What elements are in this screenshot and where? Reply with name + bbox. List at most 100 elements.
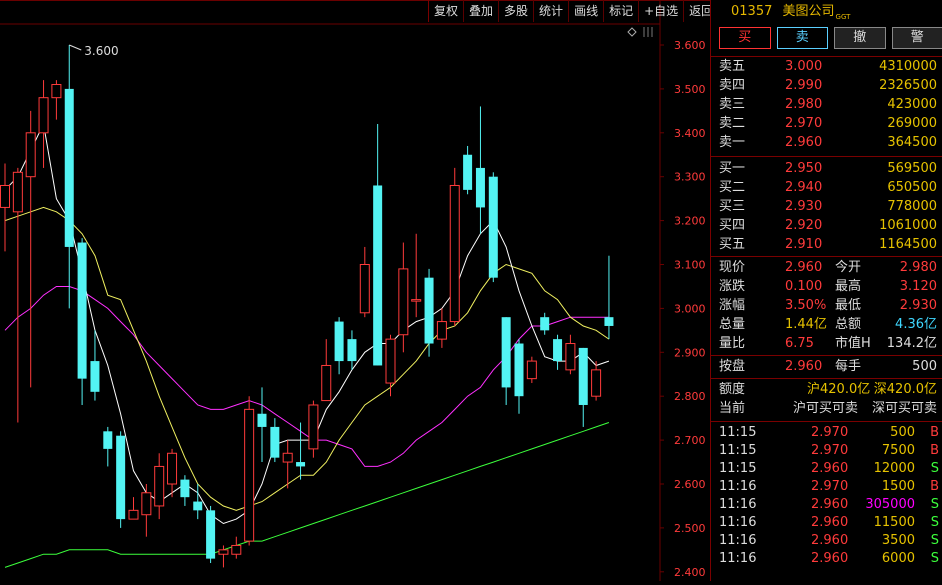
candle-body xyxy=(553,339,562,361)
tick-list[interactable]: 11:152.970500B 11:152.9707500B 11:152.96… xyxy=(711,422,942,568)
high-price-label: 3.600 xyxy=(84,44,118,58)
toolbar-draw-button[interactable]: 画线 xyxy=(568,0,603,22)
bid-row: 买二2.940650500 xyxy=(711,178,942,197)
price-axis-label: 2.800 xyxy=(674,390,706,403)
kline-svg[interactable]: 3.6003.5003.4003.3003.2003.1003.0002.900… xyxy=(0,0,710,581)
quota-row: 额度沪420.0亿深420.0亿 xyxy=(711,380,942,399)
price-axis-label: 3.600 xyxy=(674,39,706,52)
tick-row: 11:152.9707500B xyxy=(711,442,942,460)
candle-body xyxy=(515,344,524,397)
price-axis-label: 2.700 xyxy=(674,434,706,447)
candle-body xyxy=(386,339,395,383)
candle-body xyxy=(232,545,241,554)
ask-book: 卖五3.0004310000 卖四2.9902326500 卖三2.980423… xyxy=(711,57,942,152)
candle-body xyxy=(245,409,254,541)
stats-row: 涨跌0.100最高3.120 xyxy=(711,277,942,296)
candle-body xyxy=(206,510,215,558)
bid-row: 买四2.9201061000 xyxy=(711,216,942,235)
bid-row: 买三2.930778000 xyxy=(711,197,942,216)
toolbar-mark-button[interactable]: 标记 xyxy=(603,0,638,22)
ggt-tag: GGT xyxy=(836,13,851,21)
candle-body xyxy=(592,370,601,396)
candle-body xyxy=(1,185,10,207)
alert-button[interactable]: 警 xyxy=(892,27,942,49)
tick-row: 11:162.9603500S xyxy=(711,532,942,550)
candle-body xyxy=(476,168,485,208)
price-axis-label: 2.400 xyxy=(674,566,706,579)
tick-row: 11:162.960305000S xyxy=(711,496,942,514)
ask-row: 卖四2.9902326500 xyxy=(711,76,942,95)
stock-header: 01357 美图公司GGT xyxy=(711,0,942,24)
sell-button[interactable]: 卖 xyxy=(777,27,829,49)
lot-row: 按盘2.960每手500 xyxy=(711,357,942,376)
candle-body xyxy=(103,431,112,449)
candle-body xyxy=(425,278,434,344)
price-axis-label: 3.400 xyxy=(674,127,706,140)
stats-block: 现价2.960今开2.980 涨跌0.100最高3.120 涨幅3.50%最低2… xyxy=(711,257,942,353)
candle-body xyxy=(527,361,536,379)
ask-row: 卖二2.970269000 xyxy=(711,114,942,133)
candle-body xyxy=(52,85,61,98)
toolbar-fuquan-button[interactable]: 复权 xyxy=(428,0,463,22)
candle-body xyxy=(566,344,575,370)
stats-row: 现价2.960今开2.980 xyxy=(711,258,942,277)
candle-body xyxy=(180,480,189,498)
chart-toolbar: 复权 叠加 多股 统计 画线 标记 +自选 返回 xyxy=(428,0,718,22)
candle-body xyxy=(116,436,125,519)
candle-body xyxy=(360,265,369,313)
toolbar-add-watchlist-button[interactable]: +自选 xyxy=(638,0,683,22)
stats-row: 涨幅3.50%最低2.930 xyxy=(711,296,942,315)
cancel-order-button[interactable]: 撤 xyxy=(834,27,886,49)
stock-code: 01357 xyxy=(731,4,772,19)
tick-row: 11:152.96012000S xyxy=(711,460,942,478)
price-axis-label: 3.200 xyxy=(674,215,706,228)
price-axis-label: 3.500 xyxy=(674,83,706,96)
stock-name: 美图公司 xyxy=(783,4,835,19)
candle-body xyxy=(283,453,292,462)
candle-body xyxy=(155,466,164,506)
candle-body xyxy=(373,185,382,365)
quota-state-row: 当前沪可买可卖深可买可卖 xyxy=(711,399,942,418)
candle-body xyxy=(142,493,151,515)
ma5-line xyxy=(5,124,609,524)
bid-row: 买一2.950569500 xyxy=(711,159,942,178)
toolbar-multi-stock-button[interactable]: 多股 xyxy=(498,0,533,22)
price-axis-label: 2.500 xyxy=(674,522,706,535)
candle-body xyxy=(258,414,267,427)
scroll-handle-icon xyxy=(644,27,652,37)
candle-body xyxy=(78,243,87,379)
candle-body xyxy=(193,502,202,511)
candle-body xyxy=(129,510,138,519)
bid-book: 买一2.950569500 买二2.940650500 买三2.93077800… xyxy=(711,157,942,254)
candle-body xyxy=(26,133,35,177)
bid-row: 买五2.9101164500 xyxy=(711,235,942,254)
price-axis-label: 2.600 xyxy=(674,478,706,491)
price-axis-label: 3.100 xyxy=(674,259,706,272)
kline-chart[interactable]: 3.6003.5003.4003.3003.2003.1003.0002.900… xyxy=(0,0,710,581)
candle-body xyxy=(309,405,318,449)
price-axis-label: 3.000 xyxy=(674,302,706,315)
buy-button[interactable]: 买 xyxy=(719,27,771,49)
diamond-icon xyxy=(628,28,636,36)
tick-row: 11:162.9606000S xyxy=(711,550,942,568)
candle-body xyxy=(168,453,177,484)
toolbar-stats-button[interactable]: 统计 xyxy=(533,0,568,22)
candle-body xyxy=(463,155,472,190)
candle-body xyxy=(604,317,613,326)
candle-body xyxy=(90,361,99,392)
price-axis-label: 3.300 xyxy=(674,171,706,184)
toolbar-overlay-button[interactable]: 叠加 xyxy=(463,0,498,22)
ask-row: 卖一2.960364500 xyxy=(711,133,942,152)
candle-body xyxy=(579,348,588,405)
candle-body xyxy=(412,300,421,302)
candle-body xyxy=(347,339,356,361)
stats-row: 总量1.44亿总额4.36亿 xyxy=(711,315,942,334)
candle-body xyxy=(540,317,549,330)
candle-body xyxy=(399,269,408,335)
quote-panel: 01357 美图公司GGT 买 卖 撤 警 卖五3.0004310000 卖四2… xyxy=(710,0,942,581)
high-pointer xyxy=(69,45,81,50)
candle-body xyxy=(65,89,74,247)
stats-row: 量比6.75市值H134.2亿 xyxy=(711,334,942,353)
candle-body xyxy=(450,185,459,321)
trade-actions: 买 卖 撤 警 xyxy=(711,24,942,51)
